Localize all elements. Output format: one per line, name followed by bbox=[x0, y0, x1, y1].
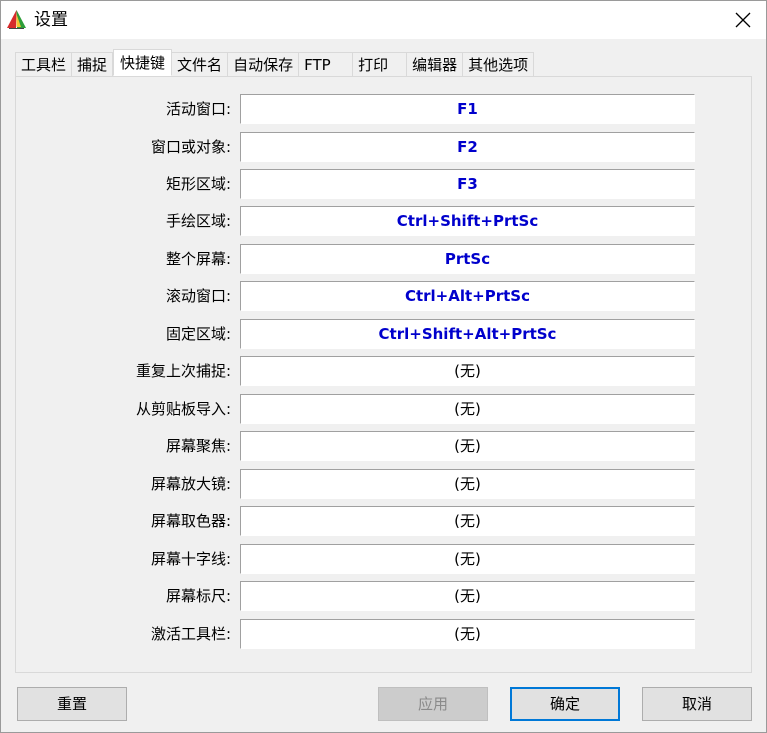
hotkey-row: 屏幕聚焦: (无) bbox=[16, 431, 751, 461]
hotkey-field[interactable]: (无) bbox=[240, 619, 695, 649]
hotkey-row: 窗口或对象: F2 bbox=[16, 132, 751, 162]
cancel-button[interactable]: 取消 bbox=[642, 687, 752, 721]
hotkey-field[interactable]: F1 bbox=[240, 94, 695, 124]
hotkey-field[interactable]: F3 bbox=[240, 169, 695, 199]
hotkey-label: 屏幕聚焦: bbox=[165, 437, 231, 455]
hotkey-label: 整个屏幕: bbox=[165, 250, 231, 268]
hotkey-field[interactable]: Ctrl+Shift+PrtSc bbox=[240, 206, 695, 236]
hotkey-field[interactable]: Ctrl+Shift+Alt+PrtSc bbox=[240, 319, 695, 349]
hotkey-row: 活动窗口: F1 bbox=[16, 94, 751, 124]
window-title: 设置 bbox=[34, 10, 68, 30]
hotkey-row: 重复上次捕捉: (无) bbox=[16, 356, 751, 386]
hotkey-field[interactable]: (无) bbox=[240, 581, 695, 611]
hotkey-label: 窗口或对象: bbox=[150, 138, 231, 156]
hotkey-label: 手绘区域: bbox=[165, 212, 231, 230]
hotkey-field[interactable]: (无) bbox=[240, 356, 695, 386]
hotkey-label: 重复上次捕捉: bbox=[135, 362, 231, 380]
hotkey-field[interactable]: (无) bbox=[240, 431, 695, 461]
title-bar[interactable]: 设置 bbox=[1, 1, 766, 39]
tab-other-options[interactable]: 其他选项 bbox=[463, 52, 535, 76]
hotkey-field[interactable]: (无) bbox=[240, 469, 695, 499]
hotkey-label: 屏幕取色器: bbox=[150, 512, 231, 530]
settings-dialog: 设置 工具栏 捕捉 快捷键 文件名 自动保存 FTP 打印 编辑器 其他选项 活… bbox=[0, 0, 767, 733]
tab-strip: 工具栏 捕捉 快捷键 文件名 自动保存 FTP 打印 编辑器 其他选项 bbox=[15, 49, 535, 76]
hotkeys-panel: 活动窗口: F1 窗口或对象: F2 矩形区域: F3 手绘区域: Ctrl+S… bbox=[15, 76, 752, 673]
hotkey-field[interactable]: Ctrl+Alt+PrtSc bbox=[240, 281, 695, 311]
hotkey-label: 滚动窗口: bbox=[165, 287, 231, 305]
tab-capture[interactable]: 捕捉 bbox=[72, 52, 114, 76]
tab-print[interactable]: 打印 bbox=[353, 52, 408, 76]
tab-editor[interactable]: 编辑器 bbox=[407, 52, 464, 76]
hotkey-row: 固定区域: Ctrl+Shift+Alt+PrtSc bbox=[16, 319, 751, 349]
tab-toolbar[interactable]: 工具栏 bbox=[15, 52, 73, 76]
close-button[interactable] bbox=[720, 1, 766, 39]
close-icon bbox=[735, 12, 751, 28]
hotkey-row: 屏幕标尺: (无) bbox=[16, 581, 751, 611]
reset-button[interactable]: 重置 bbox=[17, 687, 127, 721]
tab-ftp[interactable]: FTP bbox=[299, 52, 354, 76]
hotkey-field[interactable]: F2 bbox=[240, 132, 695, 162]
hotkey-row: 屏幕放大镜: (无) bbox=[16, 469, 751, 499]
tab-hotkeys[interactable]: 快捷键 bbox=[113, 49, 173, 76]
apply-button[interactable]: 应用 bbox=[378, 687, 488, 721]
hotkey-label: 固定区域: bbox=[165, 325, 231, 343]
hotkey-row: 屏幕取色器: (无) bbox=[16, 506, 751, 536]
tab-filename[interactable]: 文件名 bbox=[172, 52, 229, 76]
hotkey-row: 从剪贴板导入: (无) bbox=[16, 394, 751, 424]
hotkey-row: 矩形区域: F3 bbox=[16, 169, 751, 199]
hotkey-label: 矩形区域: bbox=[165, 175, 231, 193]
hotkey-label: 屏幕十字线: bbox=[150, 550, 231, 568]
hotkey-row: 滚动窗口: Ctrl+Alt+PrtSc bbox=[16, 281, 751, 311]
hotkey-row: 激活工具栏: (无) bbox=[16, 619, 751, 649]
hotkey-label: 屏幕标尺: bbox=[165, 587, 231, 605]
hotkey-field[interactable]: (无) bbox=[240, 544, 695, 574]
hotkey-field[interactable]: (无) bbox=[240, 506, 695, 536]
hotkey-field[interactable]: PrtSc bbox=[240, 244, 695, 274]
hotkey-row: 整个屏幕: PrtSc bbox=[16, 244, 751, 274]
hotkey-label: 屏幕放大镜: bbox=[150, 475, 231, 493]
hotkey-field[interactable]: (无) bbox=[240, 394, 695, 424]
ok-button[interactable]: 确定 bbox=[510, 687, 620, 721]
hotkey-row: 手绘区域: Ctrl+Shift+PrtSc bbox=[16, 206, 751, 236]
app-logo-icon bbox=[6, 9, 27, 30]
hotkey-label: 从剪贴板导入: bbox=[135, 400, 231, 418]
hotkey-row: 屏幕十字线: (无) bbox=[16, 544, 751, 574]
tab-autosave[interactable]: 自动保存 bbox=[228, 52, 300, 76]
hotkey-label: 活动窗口: bbox=[165, 100, 231, 118]
hotkey-label: 激活工具栏: bbox=[150, 625, 231, 643]
